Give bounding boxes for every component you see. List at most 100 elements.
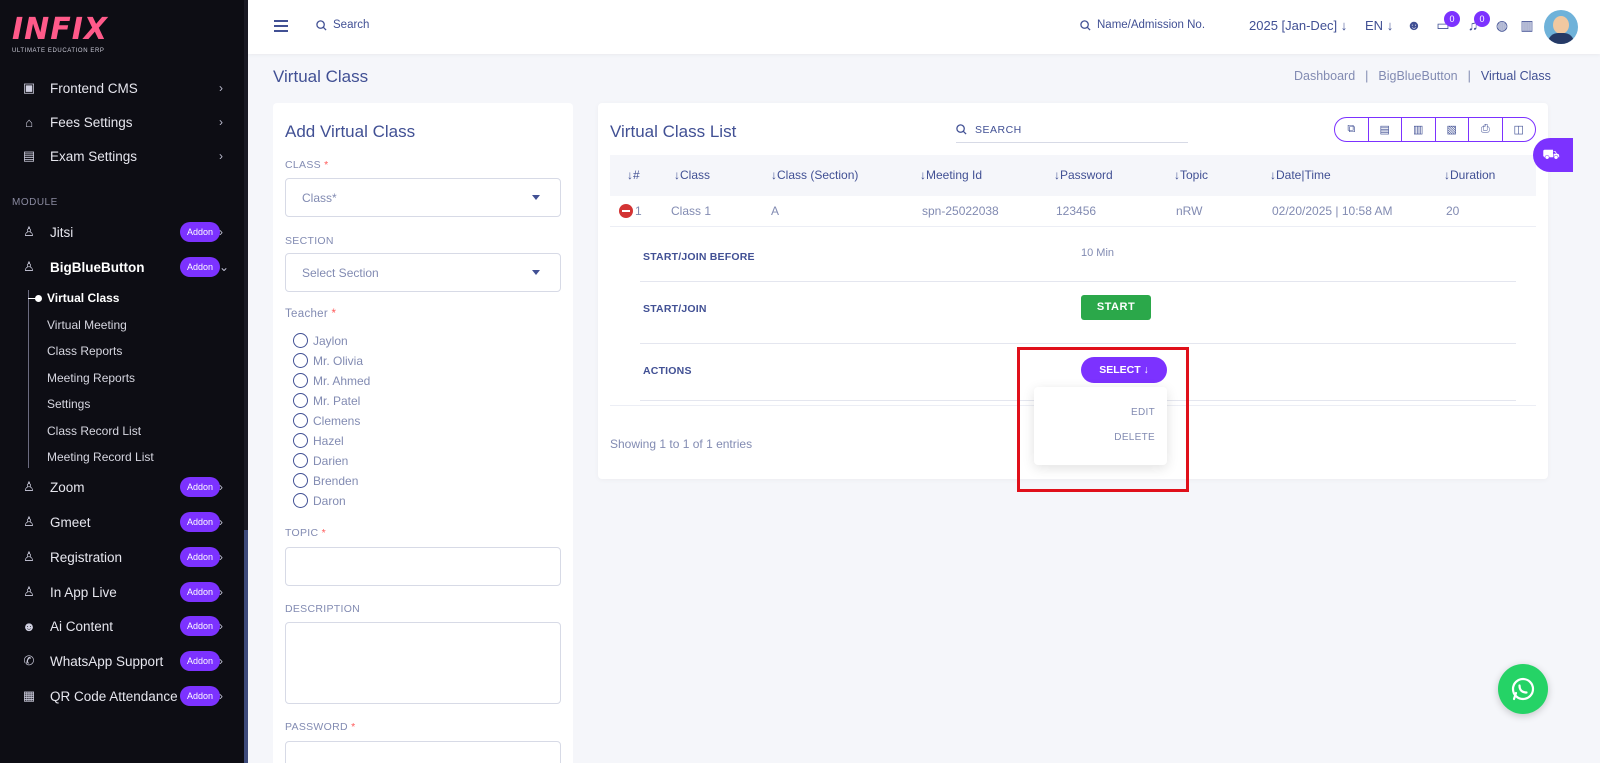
sidebar-item-qr-code-attendance[interactable]: ▦ QR Code Attendance Addon › (0, 681, 244, 711)
column-header-number[interactable]: ↓# (627, 168, 640, 182)
radio-button[interactable] (293, 393, 308, 408)
teacher-option-brenden[interactable]: Brenden (293, 473, 358, 488)
sidebar-item-zoom[interactable]: ♙ Zoom Addon › (0, 472, 244, 502)
select-button-label: SELECT (1099, 364, 1141, 376)
teacher-option-daron[interactable]: Daron (293, 493, 346, 508)
whatsapp-chat-button[interactable] (1498, 664, 1548, 714)
list-search-placeholder: SEARCH (975, 123, 1022, 136)
globe-icon[interactable]: ◍ (1493, 17, 1511, 35)
academic-year-select[interactable]: 2025 [Jan-Dec] ↓ (1249, 18, 1347, 33)
section-select[interactable]: Select Section (285, 253, 561, 292)
sidebar-item-bigbluebutton[interactable]: ♙ BigBlueButton Addon ⌄ (0, 252, 244, 282)
radio-button[interactable] (293, 333, 308, 348)
sidebar-item-ai-content[interactable]: ☻ Ai Content Addon › (0, 611, 244, 641)
language-select[interactable]: EN ↓ (1365, 18, 1393, 33)
edit-menu-item[interactable]: EDIT (1131, 407, 1155, 418)
column-header-section[interactable]: ↓Class (Section) (771, 168, 858, 182)
start-button[interactable]: START (1081, 295, 1151, 320)
section-label: SECTION (285, 235, 334, 247)
radio-button[interactable] (293, 493, 308, 508)
select-actions-button[interactable]: SELECT ↓ (1081, 357, 1167, 383)
pdf-icon[interactable]: ▧ (1436, 118, 1469, 141)
admission-search[interactable]: Name/Admission No. (1080, 19, 1205, 31)
add-virtual-class-panel: Add Virtual Class CLASS * Class* SECTION… (273, 103, 573, 763)
teacher-option-ahmed[interactable]: Mr. Ahmed (293, 373, 370, 388)
monitor-icon: ▣ (22, 80, 36, 95)
radio-button[interactable] (293, 373, 308, 388)
sidebar-item-frontend-cms[interactable]: ▣ Frontend CMS › (0, 73, 244, 103)
column-header-topic[interactable]: ↓Topic (1174, 168, 1208, 182)
sidebar-item-exam-settings[interactable]: ▤ Exam Settings › (0, 141, 244, 171)
radio-button[interactable] (293, 353, 308, 368)
sidebar-subitem-virtual-meeting[interactable]: Virtual Meeting (47, 318, 127, 332)
teacher-option-darien[interactable]: Darien (293, 453, 348, 468)
side-cart-tab[interactable]: ⛟ (1533, 138, 1573, 172)
password-input[interactable] (285, 741, 561, 763)
excel-icon[interactable]: ▤ (1369, 118, 1402, 141)
sidebar-item-label: Jitsi (50, 224, 74, 240)
sidebar-item-jitsi[interactable]: ♙ Jitsi Addon › (0, 217, 244, 247)
sidebar-item-label: Ai Content (50, 618, 114, 634)
sidebar-subitem-settings[interactable]: Settings (47, 397, 90, 411)
message-icon[interactable]: ▭ 0 (1434, 11, 1460, 35)
teacher-option-olivia[interactable]: Mr. Olivia (293, 353, 363, 368)
avatar[interactable] (1544, 10, 1578, 44)
virtual-class-list-panel: Virtual Class List SEARCH ⧉ ▤ ▥ ▧ ⎙ ◫ ↓#… (598, 103, 1548, 479)
radio-button[interactable] (293, 453, 308, 468)
sidebar-scrollbar[interactable] (244, 530, 248, 763)
breadcrumb: Dashboard | BigBlueButton | Virtual Clas… (1294, 69, 1551, 83)
print-icon[interactable]: ⎙ (1469, 118, 1503, 141)
breadcrumb-current: Virtual Class (1480, 69, 1551, 83)
sidebar-item-whatsapp-support[interactable]: ✆ WhatsApp Support Addon › (0, 646, 244, 676)
radio-button[interactable] (293, 433, 308, 448)
submenu-active-dot (35, 295, 42, 302)
menu-toggle-icon[interactable] (274, 20, 288, 35)
bell-icon[interactable]: ♫ 0 (1464, 11, 1490, 35)
radio-button[interactable] (293, 473, 308, 488)
csv-icon[interactable]: ▥ (1402, 118, 1436, 141)
topic-input[interactable] (285, 547, 561, 586)
teacher-option-jaylon[interactable]: Jaylon (293, 333, 348, 348)
logo[interactable]: INFIX ULTIMATE EDUCATION ERP (12, 14, 108, 55)
sidebar-subitem-meeting-record-list[interactable]: Meeting Record List (47, 450, 154, 464)
copy-icon[interactable]: ⧉ (1335, 118, 1369, 141)
breadcrumb-dashboard[interactable]: Dashboard (1294, 69, 1355, 83)
column-header-password[interactable]: ↓Password (1054, 168, 1113, 182)
header-search[interactable]: Search (316, 19, 369, 31)
breadcrumb-bigbluebutton[interactable]: BigBlueButton (1378, 69, 1457, 83)
chart-icon[interactable]: ▥ (1518, 17, 1536, 35)
sidebar-item-registration[interactable]: ♙ Registration Addon › (0, 542, 244, 572)
sidebar-subitem-virtual-class[interactable]: Virtual Class (47, 291, 119, 305)
column-header-class[interactable]: ↓Class (674, 168, 710, 182)
page-title: Virtual Class (273, 67, 369, 86)
teacher-option-clemens[interactable]: Clemens (293, 413, 360, 428)
chevron-right-icon: › (219, 115, 223, 129)
language-value: EN (1365, 18, 1384, 33)
sidebar-subitem-meeting-reports[interactable]: Meeting Reports (47, 371, 135, 385)
collapse-row-icon[interactable] (619, 204, 633, 218)
class-select[interactable]: Class* (285, 178, 561, 217)
sidebar-item-fees-settings[interactable]: ⌂ Fees Settings › (0, 107, 244, 137)
columns-icon[interactable]: ◫ (1503, 118, 1536, 141)
sidebar-item-label: WhatsApp Support (50, 653, 164, 669)
sidebar-subitem-class-reports[interactable]: Class Reports (47, 344, 122, 358)
cell-number: 1 (635, 204, 642, 218)
sidebar-subitem-class-record-list[interactable]: Class Record List (47, 424, 141, 438)
cell-password: 123456 (1056, 204, 1097, 218)
delete-menu-item[interactable]: DELETE (1114, 432, 1155, 443)
description-textarea[interactable] (285, 622, 561, 704)
start-join-label: START/JOIN (643, 303, 707, 315)
column-header-duration[interactable]: ↓Duration (1444, 168, 1495, 182)
sidebar-item-gmeet[interactable]: ♙ Gmeet Addon › (0, 507, 244, 537)
robot-icon[interactable]: ☻ (1405, 17, 1423, 35)
teacher-name: Darien (313, 453, 349, 468)
chevron-down-icon: ⌄ (219, 260, 230, 274)
column-header-date-time[interactable]: ↓Date|Time (1270, 168, 1331, 182)
radio-button[interactable] (293, 413, 308, 428)
book-icon: ▤ (22, 148, 36, 163)
list-search-input[interactable]: SEARCH (956, 117, 1188, 143)
teacher-option-patel[interactable]: Mr. Patel (293, 393, 360, 408)
teacher-option-hazel[interactable]: Hazel (293, 433, 344, 448)
column-header-meeting-id[interactable]: ↓Meeting Id (920, 168, 982, 182)
sidebar-item-in-app-live[interactable]: ♙ In App Live Addon › (0, 577, 244, 607)
